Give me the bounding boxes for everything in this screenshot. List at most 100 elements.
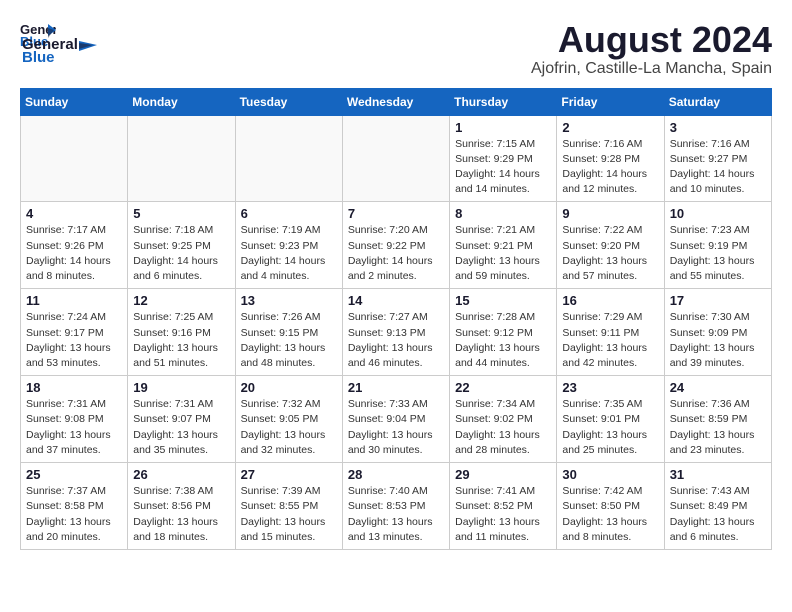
day-number: 29 [455, 467, 551, 482]
calendar-day-cell: 11Sunrise: 7:24 AM Sunset: 9:17 PM Dayli… [21, 289, 128, 376]
day-info: Sunrise: 7:30 AM Sunset: 9:09 PM Dayligh… [670, 310, 766, 371]
weekday-header-friday: Friday [557, 88, 664, 115]
day-number: 6 [241, 206, 337, 221]
day-info: Sunrise: 7:43 AM Sunset: 8:49 PM Dayligh… [670, 484, 766, 545]
day-info: Sunrise: 7:39 AM Sunset: 8:55 PM Dayligh… [241, 484, 337, 545]
logo-blue-text: Blue [22, 49, 55, 66]
calendar-table: SundayMondayTuesdayWednesdayThursdayFrid… [20, 88, 772, 550]
calendar-week-row: 25 Sunrise: 7:37 AM Sunset: 8:58 PM Dayli… [21, 463, 772, 550]
calendar-day-cell: 20 Sunrise: 7:32 AM Sunset: 9:05 PM Dayli… [235, 376, 342, 463]
day-info: Sunrise: 7:33 AM Sunset: 9:04 PM Dayligh… [348, 397, 444, 458]
calendar-subtitle: Ajofrin, Castille-La Mancha, Spain [531, 60, 772, 78]
day-info: Sunrise: 7:15 AM Sunset: 9:29 PM Dayligh… [455, 137, 551, 198]
day-number: 9 [562, 206, 658, 221]
day-info: Sunrise: 7:35 AM Sunset: 9:01 PM Dayligh… [562, 397, 658, 458]
calendar-day-cell: 7 Sunrise: 7:20 AM Sunset: 9:22 PM Daylig… [342, 202, 449, 289]
logo: General Blue General Blue [20, 20, 98, 67]
calendar-day-cell: 27Sunrise: 7:39 AM Sunset: 8:55 PM Dayli… [235, 463, 342, 550]
calendar-week-row: 11Sunrise: 7:24 AM Sunset: 9:17 PM Dayli… [21, 289, 772, 376]
calendar-day-cell [21, 115, 128, 202]
day-number: 3 [670, 120, 766, 135]
day-number: 21 [348, 380, 444, 395]
calendar-day-cell: 9 Sunrise: 7:22 AM Sunset: 9:20 PM Daylig… [557, 202, 664, 289]
calendar-day-cell: 26 Sunrise: 7:38 AM Sunset: 8:56 PM Dayli… [128, 463, 235, 550]
calendar-day-cell [128, 115, 235, 202]
page-header: General Blue General Blue August 2024 Aj… [20, 20, 772, 78]
day-info: Sunrise: 7:26 AM Sunset: 9:15 PM Dayligh… [241, 310, 337, 371]
day-number: 22 [455, 380, 551, 395]
day-number: 19 [133, 380, 229, 395]
calendar-day-cell: 1 Sunrise: 7:15 AM Sunset: 9:29 PM Daylig… [450, 115, 557, 202]
calendar-header-row: SundayMondayTuesdayWednesdayThursdayFrid… [21, 88, 772, 115]
day-info: Sunrise: 7:38 AM Sunset: 8:56 PM Dayligh… [133, 484, 229, 545]
day-info: Sunrise: 7:42 AM Sunset: 8:50 PM Dayligh… [562, 484, 658, 545]
day-info: Sunrise: 7:18 AM Sunset: 9:25 PM Dayligh… [133, 223, 229, 284]
day-number: 15 [455, 293, 551, 308]
day-info: Sunrise: 7:25 AM Sunset: 9:16 PM Dayligh… [133, 310, 229, 371]
title-block: August 2024 Ajofrin, Castille-La Mancha,… [531, 20, 772, 78]
calendar-day-cell: 30 Sunrise: 7:42 AM Sunset: 8:50 PM Dayli… [557, 463, 664, 550]
calendar-day-cell: 10Sunrise: 7:23 AM Sunset: 9:19 PM Dayli… [664, 202, 771, 289]
day-number: 18 [26, 380, 122, 395]
weekday-header-monday: Monday [128, 88, 235, 115]
day-number: 24 [670, 380, 766, 395]
calendar-day-cell: 6 Sunrise: 7:19 AM Sunset: 9:23 PM Daylig… [235, 202, 342, 289]
calendar-day-cell: 12 Sunrise: 7:25 AM Sunset: 9:16 PM Dayli… [128, 289, 235, 376]
calendar-day-cell: 2 Sunrise: 7:16 AM Sunset: 9:28 PM Daylig… [557, 115, 664, 202]
day-number: 12 [133, 293, 229, 308]
day-info: Sunrise: 7:29 AM Sunset: 9:11 PM Dayligh… [562, 310, 658, 371]
day-number: 31 [670, 467, 766, 482]
day-number: 7 [348, 206, 444, 221]
day-info: Sunrise: 7:36 AM Sunset: 8:59 PM Dayligh… [670, 397, 766, 458]
day-number: 2 [562, 120, 658, 135]
calendar-day-cell: 22Sunrise: 7:34 AM Sunset: 9:02 PM Dayli… [450, 376, 557, 463]
calendar-day-cell: 21 Sunrise: 7:33 AM Sunset: 9:04 PM Dayli… [342, 376, 449, 463]
day-info: Sunrise: 7:41 AM Sunset: 8:52 PM Dayligh… [455, 484, 551, 545]
day-number: 8 [455, 206, 551, 221]
calendar-day-cell: 25 Sunrise: 7:37 AM Sunset: 8:58 PM Dayli… [21, 463, 128, 550]
day-info: Sunrise: 7:17 AM Sunset: 9:26 PM Dayligh… [26, 223, 122, 284]
day-number: 16 [562, 293, 658, 308]
weekday-header-wednesday: Wednesday [342, 88, 449, 115]
day-number: 20 [241, 380, 337, 395]
calendar-day-cell: 23 Sunrise: 7:35 AM Sunset: 9:01 PM Dayli… [557, 376, 664, 463]
day-info: Sunrise: 7:21 AM Sunset: 9:21 PM Dayligh… [455, 223, 551, 284]
calendar-day-cell: 17 Sunrise: 7:30 AM Sunset: 9:09 PM Dayli… [664, 289, 771, 376]
day-number: 1 [455, 120, 551, 135]
calendar-day-cell: 24 Sunrise: 7:36 AM Sunset: 8:59 PM Dayli… [664, 376, 771, 463]
day-info: Sunrise: 7:22 AM Sunset: 9:20 PM Dayligh… [562, 223, 658, 284]
weekday-header-saturday: Saturday [664, 88, 771, 115]
calendar-day-cell: 8 Sunrise: 7:21 AM Sunset: 9:21 PM Daylig… [450, 202, 557, 289]
day-info: Sunrise: 7:19 AM Sunset: 9:23 PM Dayligh… [241, 223, 337, 284]
day-number: 17 [670, 293, 766, 308]
calendar-week-row: 4 Sunrise: 7:17 AM Sunset: 9:26 PM Daylig… [21, 202, 772, 289]
day-info: Sunrise: 7:37 AM Sunset: 8:58 PM Dayligh… [26, 484, 122, 545]
calendar-day-cell: 29 Sunrise: 7:41 AM Sunset: 8:52 PM Dayli… [450, 463, 557, 550]
calendar-day-cell [342, 115, 449, 202]
calendar-day-cell: 4 Sunrise: 7:17 AM Sunset: 9:26 PM Daylig… [21, 202, 128, 289]
calendar-day-cell: 18Sunrise: 7:31 AM Sunset: 9:08 PM Dayli… [21, 376, 128, 463]
calendar-day-cell: 3Sunrise: 7:16 AM Sunset: 9:27 PM Daylig… [664, 115, 771, 202]
day-number: 30 [562, 467, 658, 482]
weekday-header-tuesday: Tuesday [235, 88, 342, 115]
day-number: 26 [133, 467, 229, 482]
calendar-day-cell: 13Sunrise: 7:26 AM Sunset: 9:15 PM Dayli… [235, 289, 342, 376]
day-info: Sunrise: 7:20 AM Sunset: 9:22 PM Dayligh… [348, 223, 444, 284]
calendar-day-cell [235, 115, 342, 202]
calendar-day-cell: 5Sunrise: 7:18 AM Sunset: 9:25 PM Daylig… [128, 202, 235, 289]
calendar-week-row: 18Sunrise: 7:31 AM Sunset: 9:08 PM Dayli… [21, 376, 772, 463]
calendar-week-row: 1 Sunrise: 7:15 AM Sunset: 9:29 PM Daylig… [21, 115, 772, 202]
calendar-day-cell: 15Sunrise: 7:28 AM Sunset: 9:12 PM Dayli… [450, 289, 557, 376]
calendar-day-cell: 14 Sunrise: 7:27 AM Sunset: 9:13 PM Dayli… [342, 289, 449, 376]
day-number: 25 [26, 467, 122, 482]
day-info: Sunrise: 7:31 AM Sunset: 9:07 PM Dayligh… [133, 397, 229, 458]
day-info: Sunrise: 7:24 AM Sunset: 9:17 PM Dayligh… [26, 310, 122, 371]
day-info: Sunrise: 7:16 AM Sunset: 9:28 PM Dayligh… [562, 137, 658, 198]
day-info: Sunrise: 7:27 AM Sunset: 9:13 PM Dayligh… [348, 310, 444, 371]
day-number: 23 [562, 380, 658, 395]
day-number: 28 [348, 467, 444, 482]
logo-arrow-icon [79, 37, 97, 53]
day-number: 4 [26, 206, 122, 221]
day-info: Sunrise: 7:32 AM Sunset: 9:05 PM Dayligh… [241, 397, 337, 458]
day-number: 14 [348, 293, 444, 308]
